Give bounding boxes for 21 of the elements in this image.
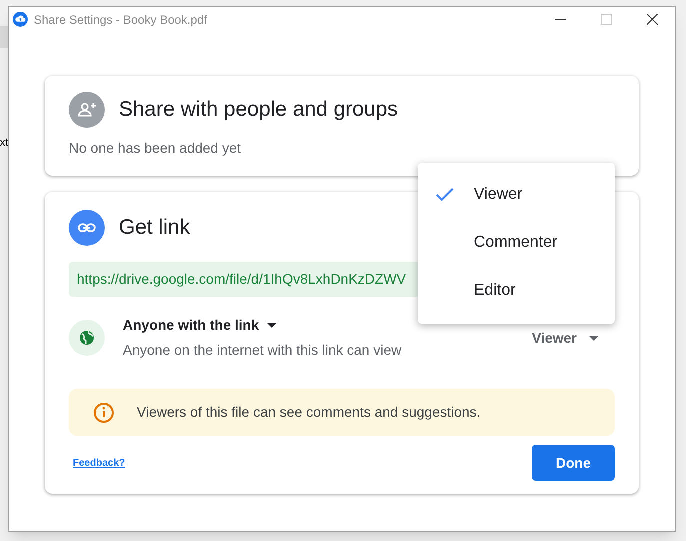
feedback-link[interactable]: Feedback? [73, 456, 126, 470]
access-dropdown[interactable]: Anyone with the link [123, 315, 402, 336]
caret-icon [267, 323, 278, 328]
add-person-icon [69, 92, 105, 128]
role-dropdown[interactable]: Viewer [532, 328, 599, 348]
info-icon [93, 402, 115, 424]
notice-text: Viewers of this file can see comments and suggestions. [137, 403, 481, 422]
link-icon [69, 210, 105, 246]
access-description: Anyone on the internet with this link can view [123, 341, 402, 360]
window-title: Share Settings - Booky Book.pdf [34, 12, 208, 28]
maximize-icon [600, 14, 612, 25]
globe-icon [69, 320, 105, 356]
cloud-upload-icon [13, 12, 28, 27]
menu-item[interactable]: Viewer [418, 171, 615, 219]
done-button[interactable]: Done [532, 445, 615, 481]
card-title: Share with people and groups [119, 97, 398, 124]
close-icon [646, 14, 658, 25]
caret-icon [589, 336, 599, 340]
background-text: xt [0, 136, 9, 151]
card-title: Get link [119, 215, 190, 242]
status-text: No one has been added yet [69, 139, 242, 158]
